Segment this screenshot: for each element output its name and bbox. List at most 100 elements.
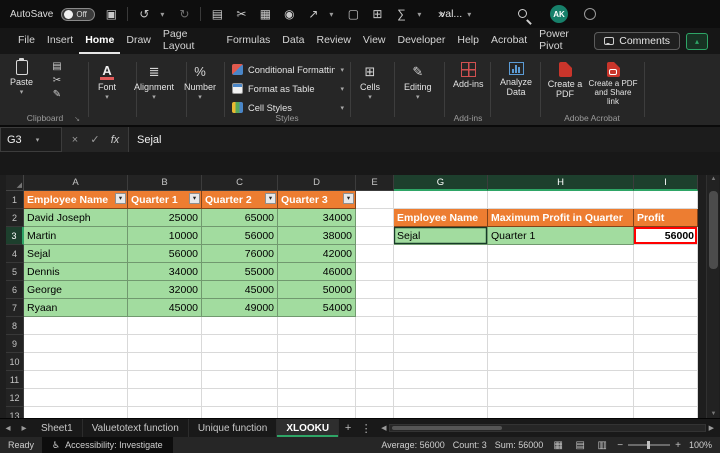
- cell-D13[interactable]: [278, 407, 356, 418]
- sheet-tab-unique-function[interactable]: Unique function: [189, 419, 278, 437]
- cancel-button[interactable]: ×: [66, 134, 84, 146]
- table-icon[interactable]: ⊞: [369, 1, 385, 27]
- cell-B10[interactable]: [128, 353, 202, 371]
- cell-A4[interactable]: Sejal: [24, 245, 128, 263]
- cell-C4[interactable]: 76000: [202, 245, 278, 263]
- row-header-12[interactable]: 12: [6, 389, 24, 407]
- cell-I6[interactable]: [634, 281, 698, 299]
- cell-G10[interactable]: [394, 353, 488, 371]
- cell-E12[interactable]: [356, 389, 394, 407]
- horizontal-scroll-track[interactable]: [389, 424, 705, 432]
- scroll-up-icon[interactable]: ▲: [707, 176, 720, 182]
- save-icon[interactable]: ▣: [103, 1, 119, 27]
- cell-E9[interactable]: [356, 335, 394, 353]
- font-menu-button[interactable]: A Font ▾: [98, 64, 116, 102]
- cell-A11[interactable]: [24, 371, 128, 389]
- row-header-7[interactable]: 7: [6, 299, 24, 317]
- cell-I10[interactable]: [634, 353, 698, 371]
- cell-D5[interactable]: 46000: [278, 263, 356, 281]
- chevron-down-icon[interactable]: ▾: [160, 10, 168, 19]
- cell-A8[interactable]: [24, 317, 128, 335]
- column-header-A[interactable]: A: [24, 175, 128, 191]
- create-pdf-button[interactable]: Create a PDF: [544, 62, 586, 100]
- cell-C8[interactable]: [202, 317, 278, 335]
- cell-H5[interactable]: [488, 263, 634, 281]
- row-header-5[interactable]: 5: [6, 263, 24, 281]
- cell-G12[interactable]: [394, 389, 488, 407]
- avatar[interactable]: AK: [550, 5, 568, 23]
- ribbon-tab-view[interactable]: View: [357, 28, 392, 54]
- column-header-H[interactable]: H: [488, 175, 634, 191]
- addins-button[interactable]: Add-ins: [453, 62, 484, 89]
- page-layout-view-icon[interactable]: ▤: [573, 440, 587, 451]
- alignment-menu-button[interactable]: ≣ Alignment ▾: [134, 64, 174, 102]
- cell-I8[interactable]: [634, 317, 698, 335]
- sheet-menu-button[interactable]: ⋮: [357, 419, 375, 437]
- search-icon[interactable]: [518, 9, 527, 18]
- column-header-C[interactable]: C: [202, 175, 278, 191]
- cell-B13[interactable]: [128, 407, 202, 418]
- ribbon-tab-page-layout[interactable]: Page Layout: [157, 28, 221, 54]
- cell-C12[interactable]: [202, 389, 278, 407]
- row-header-8[interactable]: 8: [6, 317, 24, 335]
- cell-I9[interactable]: [634, 335, 698, 353]
- ribbon-tab-data[interactable]: Data: [276, 28, 310, 54]
- cell-E3[interactable]: [356, 227, 394, 245]
- vertical-scroll-thumb[interactable]: [709, 191, 718, 269]
- cell-I2[interactable]: Profit: [634, 209, 698, 227]
- row-header-1[interactable]: 1: [6, 191, 24, 209]
- row-header-11[interactable]: 11: [6, 371, 24, 389]
- zoom-percentage[interactable]: 100%: [689, 440, 712, 450]
- cell-B4[interactable]: 56000: [128, 245, 202, 263]
- cell-G5[interactable]: [394, 263, 488, 281]
- insert-function-button[interactable]: fx: [106, 134, 124, 146]
- status-average[interactable]: Average: 56000: [381, 440, 444, 450]
- cell-A10[interactable]: [24, 353, 128, 371]
- cell-G2[interactable]: Employee Name: [394, 209, 488, 227]
- cell-G4[interactable]: [394, 245, 488, 263]
- cell-B9[interactable]: [128, 335, 202, 353]
- page-break-view-icon[interactable]: ▥: [595, 440, 609, 451]
- cell-B5[interactable]: 34000: [128, 263, 202, 281]
- cell-E2[interactable]: [356, 209, 394, 227]
- row-header-2[interactable]: 2: [6, 209, 24, 227]
- cell-E4[interactable]: [356, 245, 394, 263]
- column-header-G[interactable]: G: [394, 175, 488, 191]
- cell-H7[interactable]: [488, 299, 634, 317]
- ribbon-tab-help[interactable]: Help: [451, 28, 485, 54]
- select-all-corner[interactable]: ◢: [6, 175, 24, 191]
- accessibility-checker[interactable]: ♿ Accessibility: Investigate: [42, 437, 173, 453]
- cells-menu-button[interactable]: ⊞ Cells ▾: [360, 64, 380, 102]
- eye-icon[interactable]: ◉: [281, 1, 297, 27]
- chevron-down-icon[interactable]: ▾: [417, 10, 425, 19]
- format-painter-icon[interactable]: ✎: [50, 89, 64, 100]
- cell-G9[interactable]: [394, 335, 488, 353]
- cell-G6[interactable]: [394, 281, 488, 299]
- normal-view-icon[interactable]: ▦: [551, 440, 565, 451]
- cell-C1[interactable]: Quarter 2▾: [202, 191, 278, 209]
- paste-button[interactable]: Paste ▾: [10, 60, 33, 97]
- filter-button-D1[interactable]: ▾: [343, 193, 354, 204]
- cell-H9[interactable]: [488, 335, 634, 353]
- cell-G13[interactable]: [394, 407, 488, 418]
- cell-I1[interactable]: [634, 191, 698, 209]
- cell-D11[interactable]: [278, 371, 356, 389]
- cell-B1[interactable]: Quarter 1▾: [128, 191, 202, 209]
- cell-H3[interactable]: Quarter 1: [488, 227, 634, 245]
- name-box[interactable]: G3 ▾: [0, 127, 62, 152]
- comments-button[interactable]: Comments: [594, 32, 680, 50]
- status-sum[interactable]: Sum: 56000: [495, 440, 544, 450]
- ribbon-tab-draw[interactable]: Draw: [120, 28, 157, 54]
- cell-E6[interactable]: [356, 281, 394, 299]
- calculator-icon[interactable]: ∑: [393, 1, 409, 27]
- cell-I13[interactable]: [634, 407, 698, 418]
- cell-A7[interactable]: Ryaan: [24, 299, 128, 317]
- cell-G3[interactable]: Sejal: [394, 227, 488, 245]
- cell-H2[interactable]: Maximum Profit in Quarter: [488, 209, 634, 227]
- cell-E8[interactable]: [356, 317, 394, 335]
- filter-button-A1[interactable]: ▾: [115, 193, 126, 204]
- ribbon-tab-developer[interactable]: Developer: [392, 28, 452, 54]
- cell-H8[interactable]: [488, 317, 634, 335]
- horizontal-scrollbar[interactable]: ◀ ▶: [375, 419, 720, 437]
- cell-D2[interactable]: 34000: [278, 209, 356, 227]
